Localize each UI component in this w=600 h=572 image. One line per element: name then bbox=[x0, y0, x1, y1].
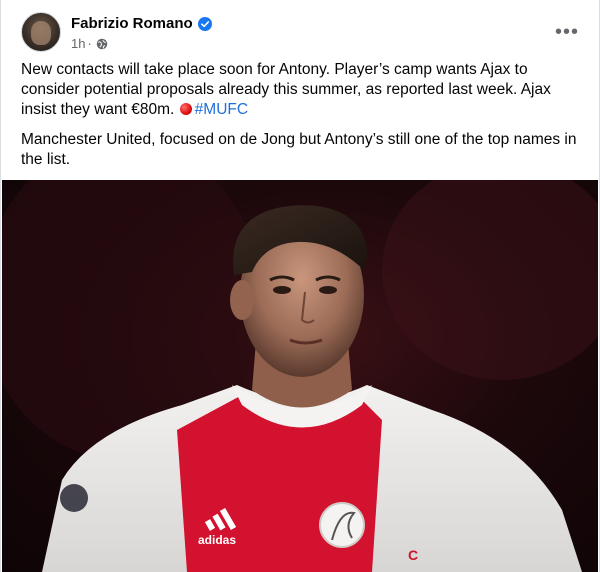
sleeve-text: C bbox=[408, 547, 418, 563]
post-paragraph-2: Manchester United, focused on de Jong bu… bbox=[21, 131, 577, 168]
post-image[interactable]: adidas C bbox=[2, 180, 598, 572]
verified-badge-icon bbox=[197, 16, 212, 31]
more-options-button[interactable]: ••• bbox=[549, 18, 585, 46]
post-meta: 1h · bbox=[71, 36, 108, 51]
globe-icon[interactable] bbox=[96, 38, 108, 50]
red-circle-icon bbox=[179, 103, 192, 115]
patch-icon bbox=[60, 484, 88, 512]
author-name[interactable]: Fabrizio Romano bbox=[71, 15, 193, 32]
kit-brand-text: adidas bbox=[198, 533, 236, 547]
avatar[interactable] bbox=[21, 12, 61, 52]
post-paragraph-1: New contacts will take place soon for An… bbox=[21, 60, 581, 120]
post-time[interactable]: 1h bbox=[71, 36, 85, 51]
post-header: Fabrizio Romano 1h · ••• bbox=[21, 12, 585, 54]
post-text: New contacts will take place soon for An… bbox=[21, 60, 581, 180]
facebook-post: Fabrizio Romano 1h · ••• New contacts wi… bbox=[0, 0, 600, 572]
player-photo-illustration: adidas C bbox=[2, 180, 598, 572]
author-row: Fabrizio Romano bbox=[71, 15, 212, 32]
paragraph-1-text: New contacts will take place soon for An… bbox=[21, 61, 551, 118]
ajax-crest-icon bbox=[319, 502, 365, 548]
meta-separator: · bbox=[87, 36, 92, 51]
hashtag-link[interactable]: #MUFC bbox=[195, 101, 248, 118]
